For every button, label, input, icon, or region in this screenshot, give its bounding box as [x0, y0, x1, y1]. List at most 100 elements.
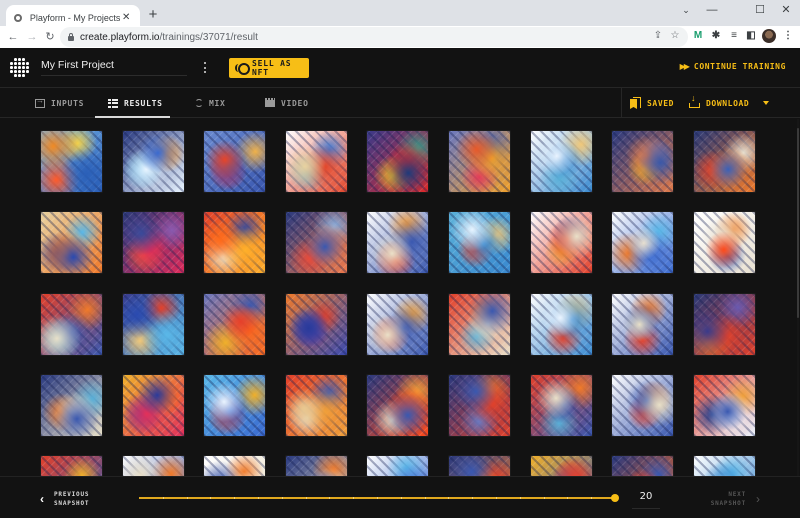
- result-thumbnail[interactable]: [530, 374, 592, 436]
- result-thumbnail[interactable]: [41, 293, 102, 355]
- close-window-button[interactable]: ✕: [772, 3, 800, 17]
- reload-icon[interactable]: ↻: [43, 30, 57, 44]
- scrollbar-thumb[interactable]: [797, 128, 799, 318]
- result-thumbnail[interactable]: [204, 456, 266, 476]
- result-thumbnail[interactable]: [449, 374, 510, 436]
- tab-mix[interactable]: MIX: [195, 88, 226, 118]
- result-thumbnail[interactable]: [693, 131, 755, 192]
- chevron-down-icon[interactable]: [763, 101, 770, 105]
- browser-toolbar: ← → ↻ create.playform.io /trainings/3707…: [0, 26, 800, 48]
- input-icon: [35, 96, 45, 108]
- result-thumbnail[interactable]: [612, 212, 674, 274]
- slider-tick: [472, 497, 474, 499]
- tab-results[interactable]: RESULTS: [108, 88, 163, 118]
- continue-training-button[interactable]: ▶▶ CONTINUE TRAINING: [680, 62, 786, 71]
- tabs-row: INPUTS RESULTS MIX VIDEO SAVED DOWNLOAD: [0, 88, 800, 118]
- result-thumbnail[interactable]: [285, 374, 347, 436]
- snapshot-slider[interactable]: [139, 493, 619, 502]
- result-thumbnail[interactable]: [693, 293, 755, 355]
- result-thumbnail[interactable]: [612, 293, 674, 355]
- minimize-button[interactable]: —: [698, 3, 726, 17]
- result-thumbnail[interactable]: [41, 456, 102, 476]
- result-thumbnail[interactable]: [122, 456, 184, 476]
- result-thumbnail[interactable]: [285, 293, 347, 355]
- new-tab-button[interactable]: +: [146, 7, 160, 23]
- logo-dot: [14, 66, 17, 69]
- result-thumbnail[interactable]: [41, 212, 102, 274]
- result-thumbnail[interactable]: [204, 212, 266, 274]
- close-tab-icon[interactable]: ✕: [120, 12, 132, 23]
- url-host: create.playform.io: [80, 31, 160, 43]
- result-thumbnail[interactable]: [41, 131, 102, 192]
- star-icon[interactable]: ☆: [668, 29, 682, 43]
- result-thumbnail[interactable]: [693, 374, 755, 436]
- tab-search-icon[interactable]: ⌄: [672, 3, 700, 17]
- active-tab-indicator: [95, 116, 170, 118]
- slider-tick: [162, 497, 164, 499]
- playform-logo-icon[interactable]: [10, 58, 30, 78]
- result-thumbnail[interactable]: [122, 131, 184, 192]
- previous-snapshot-button[interactable]: ‹ PREVIOUS SNAPSHOT: [40, 490, 89, 508]
- result-thumbnail[interactable]: [693, 212, 755, 274]
- logo-dot: [18, 74, 21, 77]
- download-button[interactable]: DOWNLOAD: [689, 88, 770, 118]
- result-thumbnail[interactable]: [612, 374, 674, 436]
- result-thumbnail[interactable]: [367, 293, 429, 355]
- result-thumbnail[interactable]: [122, 212, 184, 274]
- result-thumbnail[interactable]: [122, 293, 184, 355]
- tab-inputs[interactable]: INPUTS: [35, 88, 84, 118]
- result-thumbnail[interactable]: [285, 131, 347, 192]
- url-path: /trainings/37071/result: [159, 31, 258, 43]
- maximize-button[interactable]: ☐: [746, 3, 774, 17]
- tab-video[interactable]: VIDEO: [265, 88, 309, 118]
- slider-knob[interactable]: [611, 493, 619, 502]
- result-thumbnail[interactable]: [530, 293, 592, 355]
- result-thumbnail[interactable]: [449, 293, 510, 355]
- result-thumbnail[interactable]: [530, 212, 592, 274]
- snapshot-number-field[interactable]: 20: [632, 487, 660, 509]
- saved-button[interactable]: SAVED: [630, 88, 674, 118]
- project-menu-icon[interactable]: [200, 60, 210, 76]
- puzzle-icon[interactable]: ✱: [709, 29, 723, 43]
- result-thumbnail[interactable]: [122, 374, 184, 436]
- result-thumbnail[interactable]: [530, 131, 592, 192]
- result-thumbnail[interactable]: [449, 456, 510, 476]
- media-queue-icon[interactable]: ≡: [727, 29, 741, 43]
- result-thumbnail[interactable]: [612, 456, 674, 476]
- grid-icon: [108, 98, 118, 108]
- result-thumbnail[interactable]: [367, 131, 429, 192]
- tab-video-label: VIDEO: [281, 98, 309, 108]
- app: My First Project SELL AS NFT ▶▶ CONTINUE…: [0, 48, 800, 518]
- result-thumbnail[interactable]: [41, 374, 102, 436]
- slider-tick: [424, 497, 426, 499]
- result-thumbnail[interactable]: [367, 374, 429, 436]
- slider-tick: [258, 497, 259, 499]
- result-thumbnail[interactable]: [204, 374, 266, 436]
- result-thumbnail[interactable]: [204, 131, 266, 192]
- result-thumbnail[interactable]: [367, 456, 429, 476]
- logo-dot: [22, 70, 25, 73]
- result-thumbnail[interactable]: [285, 456, 347, 476]
- share-icon[interactable]: ⇪: [651, 29, 665, 43]
- result-thumbnail[interactable]: [693, 456, 755, 476]
- sell-as-nft-button[interactable]: SELL AS NFT: [229, 58, 309, 78]
- sidepanel-icon[interactable]: ◧: [744, 29, 758, 43]
- forward-arrow-icon[interactable]: →: [25, 30, 39, 44]
- back-arrow-icon[interactable]: ←: [6, 30, 20, 44]
- result-thumbnail[interactable]: [367, 212, 429, 274]
- project-name-field[interactable]: My First Project: [41, 58, 187, 76]
- more-vert-icon[interactable]: ⋮: [781, 29, 795, 43]
- logo-dot: [18, 70, 21, 73]
- result-thumbnail[interactable]: [530, 456, 592, 476]
- result-thumbnail[interactable]: [449, 131, 510, 192]
- result-thumbnail[interactable]: [285, 212, 347, 274]
- logo-dot: [10, 62, 13, 65]
- profile-avatar[interactable]: [762, 29, 776, 43]
- extension-m-icon[interactable]: M: [691, 29, 705, 43]
- address-bar[interactable]: create.playform.io /trainings/37071/resu…: [60, 27, 688, 47]
- next-snapshot-button[interactable]: NEXT SNAPSHOT ›: [711, 490, 760, 508]
- logo-dot: [14, 74, 17, 77]
- result-thumbnail[interactable]: [612, 131, 674, 192]
- result-thumbnail[interactable]: [449, 212, 510, 274]
- result-thumbnail[interactable]: [204, 293, 266, 355]
